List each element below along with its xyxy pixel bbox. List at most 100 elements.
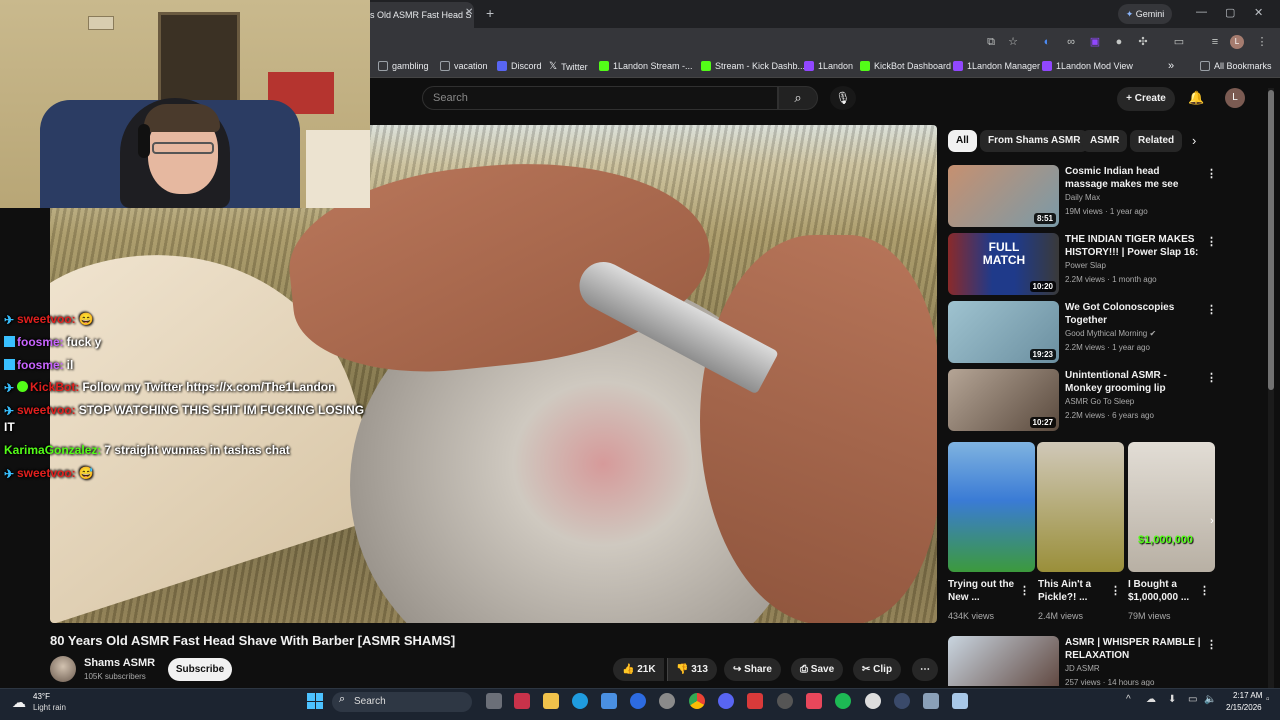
weather-condition[interactable]: Light rain	[33, 703, 66, 712]
gemini-button[interactable]: ✦ Gemini	[1118, 4, 1172, 24]
bookmark-item[interactable]: 1Landon	[804, 61, 853, 71]
short-thumbnail[interactable]	[1037, 442, 1124, 572]
video-thumbnail[interactable]	[948, 636, 1059, 686]
bookmark-item[interactable]: gambling	[378, 61, 429, 71]
create-button[interactable]: + Create	[1117, 87, 1175, 111]
side-panel-icon[interactable]: ▭	[1172, 35, 1186, 49]
file-explorer-icon[interactable]	[543, 693, 559, 709]
bookmark-item[interactable]: vacation	[440, 61, 488, 71]
bookmark-item[interactable]: 1Landon Mod View	[1042, 61, 1133, 71]
notification-icon[interactable]: ▫	[1266, 694, 1270, 705]
tray-app-icon[interactable]: ⬇	[1168, 694, 1176, 705]
recommendation-title[interactable]: We Got Colonoscopies Together	[1065, 301, 1203, 327]
video-thumbnail[interactable]: 8:51	[948, 165, 1059, 227]
voice-search-button[interactable]: 🎙	[830, 86, 856, 110]
recommendation-channel[interactable]: ASMR Go To Sleep	[1065, 397, 1134, 406]
notifications-bell-icon[interactable]: 🔔	[1188, 90, 1204, 106]
short-title[interactable]: Trying out the New ...	[948, 578, 1018, 604]
video-thumbnail[interactable]: FULL MATCH 10:20	[948, 233, 1059, 295]
search-input[interactable]: Search	[422, 86, 778, 110]
twitch-extension-icon[interactable]: ▣	[1088, 35, 1102, 49]
short-thumbnail[interactable]	[948, 442, 1035, 572]
more-vertical-icon[interactable]: ⋮	[1206, 638, 1217, 651]
bookmark-item[interactable]: 1Landon Stream -...	[599, 61, 693, 71]
profile-avatar[interactable]: L	[1230, 35, 1244, 49]
app-icon[interactable]	[630, 693, 646, 709]
bookmark-item[interactable]: KickBot Dashboard	[860, 61, 951, 71]
chip-all[interactable]: All	[948, 130, 977, 152]
close-window-icon[interactable]: ✕	[1254, 6, 1263, 19]
chevron-right-icon[interactable]: ›	[1192, 133, 1196, 148]
video-thumbnail[interactable]: 19:23	[948, 301, 1059, 363]
all-bookmarks-button[interactable]: All Bookmarks	[1200, 61, 1272, 71]
extensions-puzzle-icon[interactable]: ✣	[1136, 35, 1150, 49]
app-icon[interactable]	[747, 693, 763, 709]
edge-icon[interactable]	[572, 693, 588, 709]
dislike-button[interactable]: 👎 313	[667, 658, 717, 681]
taskbar-date[interactable]: 2/15/2026	[1226, 703, 1262, 712]
bookmark-item[interactable]: Stream - Kick Dashb...	[701, 61, 805, 71]
extension-icon[interactable]: ∞	[1064, 35, 1078, 49]
account-avatar[interactable]: L	[1225, 88, 1245, 108]
discord-icon[interactable]	[718, 693, 734, 709]
recommendation-item[interactable]: FULL MATCH 10:20 THE INDIAN TIGER MAKES …	[948, 233, 1218, 295]
bookmark-star-icon[interactable]: ☆	[1006, 35, 1020, 49]
chevron-right-icon[interactable]: ›	[1204, 513, 1220, 529]
channel-avatar[interactable]	[50, 656, 76, 682]
settings-gear-icon[interactable]	[659, 693, 675, 709]
extension-icon[interactable]: ◐	[1040, 35, 1054, 49]
app-icon[interactable]	[923, 693, 939, 709]
recommendation-title[interactable]: Cosmic Indian head massage makes me see …	[1065, 165, 1203, 191]
clip-button[interactable]: ✂ Clip	[853, 658, 902, 681]
extension-icon[interactable]: ●	[1112, 35, 1126, 49]
minimize-icon[interactable]: —	[1196, 6, 1207, 18]
more-vertical-icon[interactable]: ⋮	[1206, 371, 1217, 384]
recommendation-title[interactable]: Unintentional ASMR - Monkey grooming lip…	[1065, 369, 1203, 395]
app-icon[interactable]	[894, 693, 910, 709]
recommendation-channel[interactable]: Power Slap	[1065, 261, 1106, 270]
network-icon[interactable]: ▭	[1188, 694, 1197, 705]
page-scrollbar-thumb[interactable]	[1268, 90, 1274, 390]
recommendation-channel[interactable]: JD ASMR	[1065, 664, 1100, 673]
volume-icon[interactable]: 🔈	[1204, 694, 1216, 705]
search-button[interactable]: ⌕	[778, 86, 818, 110]
bookmark-item[interactable]: 1Landon Manager	[953, 61, 1040, 71]
task-view-icon[interactable]	[486, 693, 502, 709]
taskbar-time[interactable]: 2:17 AM	[1233, 691, 1262, 700]
menu-kebab-icon[interactable]: ⋮	[1255, 35, 1269, 49]
more-vertical-icon[interactable]: ⋮	[1206, 235, 1217, 248]
browser-tab[interactable]: s Old ASMR Fast Head S	[362, 2, 474, 28]
like-button[interactable]: 👍 21K	[613, 658, 664, 681]
chip-asmr[interactable]: ASMR	[1082, 130, 1128, 152]
weather-cloud-icon[interactable]: ☁	[12, 694, 26, 711]
install-app-icon[interactable]: ⧉	[984, 35, 998, 49]
more-vertical-icon[interactable]: ⋮	[1199, 584, 1210, 597]
weather-temperature[interactable]: 43°F	[33, 692, 50, 701]
more-vertical-icon[interactable]: ⋮	[1110, 584, 1121, 597]
reading-list-icon[interactable]: ≡	[1208, 35, 1222, 49]
bookmark-item[interactable]: 𝕏 Twitter	[549, 61, 588, 72]
recommendation-item[interactable]: 10:27 Unintentional ASMR - Monkey groomi…	[948, 369, 1218, 431]
bookmarks-overflow-icon[interactable]: »	[1168, 60, 1174, 72]
store-icon[interactable]	[601, 693, 617, 709]
more-vertical-icon[interactable]: ⋮	[1019, 584, 1030, 597]
more-actions-button[interactable]: ⋯	[912, 658, 938, 681]
save-button[interactable]: ⎙ Save	[791, 658, 844, 681]
chrome-icon[interactable]	[689, 693, 705, 709]
subscribe-button[interactable]: Subscribe	[168, 658, 232, 681]
channel-name[interactable]: Shams ASMR	[84, 657, 155, 669]
bookmark-item[interactable]: Discord	[497, 61, 542, 71]
app-icon[interactable]	[865, 693, 881, 709]
short-thumbnail[interactable]: $1,000,000	[1128, 442, 1215, 572]
more-vertical-icon[interactable]: ⋮	[1206, 303, 1217, 316]
maximize-icon[interactable]: ▢	[1225, 6, 1235, 19]
recommendation-item[interactable]: 19:23 We Got Colonoscopies Together Good…	[948, 301, 1218, 363]
windows-start-icon[interactable]	[307, 693, 323, 709]
app-icon[interactable]	[514, 693, 530, 709]
app-icon[interactable]	[777, 693, 793, 709]
spotify-icon[interactable]	[835, 693, 851, 709]
recommendation-item[interactable]: 8:51 Cosmic Indian head massage makes me…	[948, 165, 1218, 227]
recommendation-channel[interactable]: Daily Max	[1065, 193, 1100, 202]
short-title[interactable]: This Ain't a Pickle?! ...	[1038, 578, 1108, 604]
recommendation-channel[interactable]: Good Mythical Morning ✔	[1065, 329, 1156, 338]
